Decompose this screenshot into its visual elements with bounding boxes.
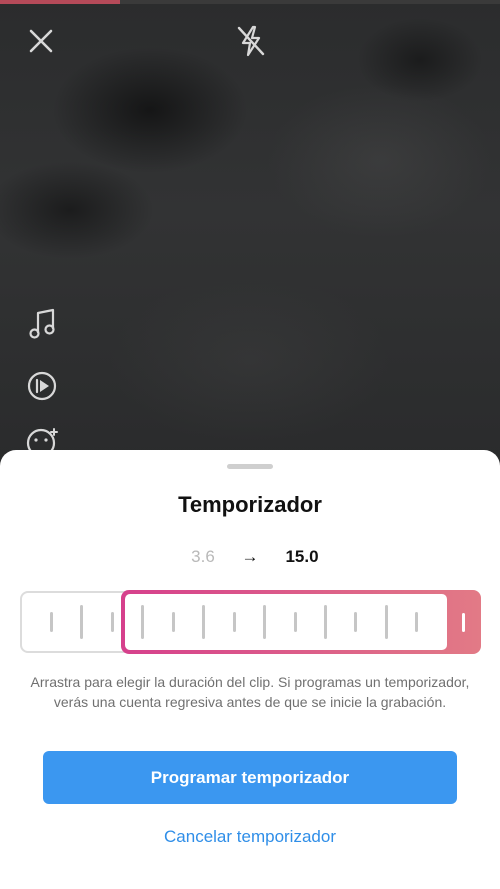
track-tick	[354, 612, 357, 632]
track-tick	[385, 605, 388, 639]
sheet-grabber[interactable]	[227, 464, 273, 469]
flash-off-icon[interactable]	[236, 24, 266, 63]
camera-preview	[0, 0, 500, 470]
track-tick	[172, 612, 175, 632]
track-tick	[233, 612, 236, 632]
set-timer-button[interactable]: Programar temporizador	[43, 751, 457, 804]
close-icon[interactable]	[28, 28, 54, 59]
recording-progress-fill	[0, 0, 120, 4]
track-tick	[294, 612, 297, 632]
track-tick	[324, 605, 327, 639]
sheet-title: Temporizador	[178, 492, 322, 517]
playback-speed-icon[interactable]	[26, 370, 58, 407]
track-tick	[141, 605, 144, 639]
range-start-value: 3.6	[191, 547, 215, 566]
music-note-icon[interactable]	[28, 307, 58, 346]
range-end-value: 15.0	[285, 547, 319, 566]
cancel-timer-button[interactable]: Cancelar temporizador	[0, 827, 500, 847]
track-tick	[263, 605, 266, 639]
track-tick	[50, 612, 53, 632]
timer-sheet: Temporizador 3.6 → 15.0	[0, 450, 500, 889]
track-tick	[415, 612, 418, 632]
selection-handle[interactable]	[462, 613, 465, 632]
range-arrow: →	[241, 547, 259, 566]
duration-selection[interactable]	[121, 590, 481, 654]
track-tick	[111, 612, 114, 632]
help-text: Arrastra para elegir la duración del cli…	[30, 674, 470, 710]
track-tick	[202, 605, 205, 639]
track-tick	[80, 605, 83, 639]
recording-progress	[0, 0, 500, 4]
